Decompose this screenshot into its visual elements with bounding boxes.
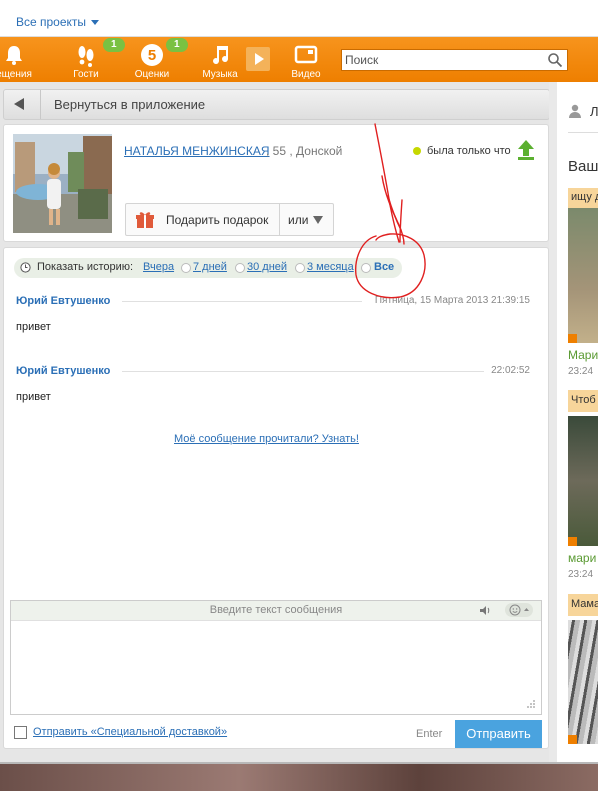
back-arrow-icon[interactable] <box>14 98 24 110</box>
online-status-icon <box>413 147 421 155</box>
profile-info: , 55 , Донской <box>266 144 343 158</box>
toolbar-item-notifications[interactable]: ещения <box>0 37 42 82</box>
right-column: Л Ваш ищу д Мари 23:24 Чтоб мари 23:24 М… <box>557 82 598 762</box>
gift-button[interactable]: Подарить подарок или <box>125 203 334 236</box>
gift-icon <box>136 212 154 228</box>
card-caption: ищу д <box>571 191 598 203</box>
all-projects-link[interactable]: Все проекты <box>16 15 86 29</box>
send-button[interactable]: Отправить <box>455 720 542 748</box>
divider <box>0 762 598 764</box>
card-author[interactable]: Мари <box>568 348 598 362</box>
search-icon[interactable] <box>547 52 563 68</box>
history-option-all[interactable]: Все <box>374 261 394 273</box>
footprints-icon <box>78 46 94 67</box>
ok-badge-icon <box>568 735 577 744</box>
history-label: Показать историю: <box>37 261 134 273</box>
toolbar-label: ещения <box>0 69 32 80</box>
or-dropdown-label[interactable]: или <box>288 213 308 227</box>
message-author[interactable]: Юрий Евтушенко <box>16 295 110 307</box>
bell-icon <box>6 46 22 65</box>
search-input[interactable] <box>342 50 543 70</box>
history-radio[interactable] <box>235 263 245 273</box>
chevron-down-icon[interactable] <box>91 20 99 25</box>
history-option-yesterday[interactable]: Вчера <box>143 261 174 273</box>
profile-photo[interactable] <box>13 134 112 233</box>
compose-box: Введите текст сообщения <box>10 600 545 717</box>
play-icon[interactable] <box>246 47 270 71</box>
message-text: привет <box>16 321 51 333</box>
toolbar-label: Видео <box>291 69 321 80</box>
history-radio[interactable] <box>181 263 191 273</box>
divider <box>568 132 598 133</box>
projects-bar: Все проекты <box>0 0 598 37</box>
svg-text:5: 5 <box>148 47 156 64</box>
desktop-background <box>0 762 598 791</box>
video-icon <box>294 45 318 64</box>
five-rating-icon: 5 <box>141 44 163 66</box>
divider <box>279 204 280 235</box>
user-icon <box>569 104 581 118</box>
history-radio[interactable] <box>361 263 371 273</box>
divider <box>122 301 362 302</box>
smiley-icon[interactable] <box>505 603 533 617</box>
history-filter: Показать историю: Вчера 7 дней 30 дней 3… <box>14 258 402 278</box>
divider <box>40 90 41 119</box>
right-column-top-label[interactable]: Л <box>590 104 598 119</box>
card-image[interactable] <box>568 620 598 744</box>
message-time: 22:02:52 <box>491 365 530 376</box>
profile-name-link[interactable]: НАТАЛЬЯ МЕНЖИНСКАЯ <box>124 144 270 158</box>
card-time: 23:24 <box>568 366 594 377</box>
ratings-badge: 1 <box>166 38 188 52</box>
up-arrow-icon[interactable] <box>517 140 535 160</box>
card-caption-bar[interactable]: Мама <box>568 594 598 616</box>
card-caption-bar[interactable]: ищу д <box>568 188 598 208</box>
message-time: Пятница, 15 Марта 2013 21:39:15 <box>374 295 530 306</box>
message-text: привет <box>16 391 51 403</box>
search-box[interactable] <box>341 49 568 71</box>
ok-badge-icon <box>568 334 577 343</box>
compose-placeholder: Введите текст сообщения <box>209 604 343 616</box>
card-caption: Мама <box>571 598 598 610</box>
toolbar-item-music[interactable]: Музыка <box>196 37 244 82</box>
card-caption-bar[interactable]: Чтоб <box>568 390 598 412</box>
back-to-app-bar[interactable]: Вернуться в приложение <box>3 89 550 120</box>
speaker-icon[interactable] <box>479 605 491 616</box>
gift-button-label: Подарить подарок <box>166 213 269 227</box>
special-delivery-checkbox[interactable] <box>14 726 27 739</box>
right-column-heading: Ваш <box>568 158 598 175</box>
history-option-3-months[interactable]: 3 месяца <box>307 261 354 273</box>
chevron-down-icon[interactable] <box>313 216 323 224</box>
toolbar-label: Гости <box>73 69 99 80</box>
resize-grip-icon[interactable] <box>526 699 536 709</box>
card-image[interactable] <box>568 416 598 546</box>
guests-badge: 1 <box>103 38 125 52</box>
card-image[interactable] <box>568 208 598 343</box>
profile-card: НАТАЛЬЯ МЕНЖИНСКАЯ , 55 , Донской была т… <box>3 124 549 242</box>
special-delivery-link[interactable]: Отправить «Специальной доставкой» <box>33 726 227 738</box>
compose-header: Введите текст сообщения <box>11 601 541 621</box>
card-caption: Чтоб <box>571 394 596 406</box>
history-radio[interactable] <box>295 263 305 273</box>
message-author[interactable]: Юрий Евтушенко <box>16 365 110 377</box>
toolbar-label: Музыка <box>202 69 238 80</box>
enter-hint: Enter <box>416 728 443 740</box>
music-note-icon <box>213 46 229 65</box>
read-receipt-link[interactable]: Моё сообщение прочитали? Узнать! <box>174 433 359 445</box>
ok-badge-icon <box>568 537 577 546</box>
divider <box>122 371 484 372</box>
clock-icon <box>20 262 31 273</box>
chat-panel: Показать историю: Вчера 7 дней 30 дней 3… <box>3 247 549 749</box>
online-status-text: была только что <box>427 145 511 157</box>
toolbar-label: Оценки <box>134 69 170 80</box>
message-textarea[interactable] <box>11 621 545 717</box>
history-option-30-days[interactable]: 30 дней <box>247 261 287 273</box>
history-option-7-days[interactable]: 7 дней <box>193 261 227 273</box>
card-time: 23:24 <box>568 569 594 580</box>
scrollbar[interactable] <box>549 82 557 762</box>
card-author[interactable]: мари <box>568 551 596 565</box>
back-to-app-label[interactable]: Вернуться в приложение <box>54 97 205 112</box>
toolbar-item-video[interactable]: Видео <box>282 37 330 82</box>
